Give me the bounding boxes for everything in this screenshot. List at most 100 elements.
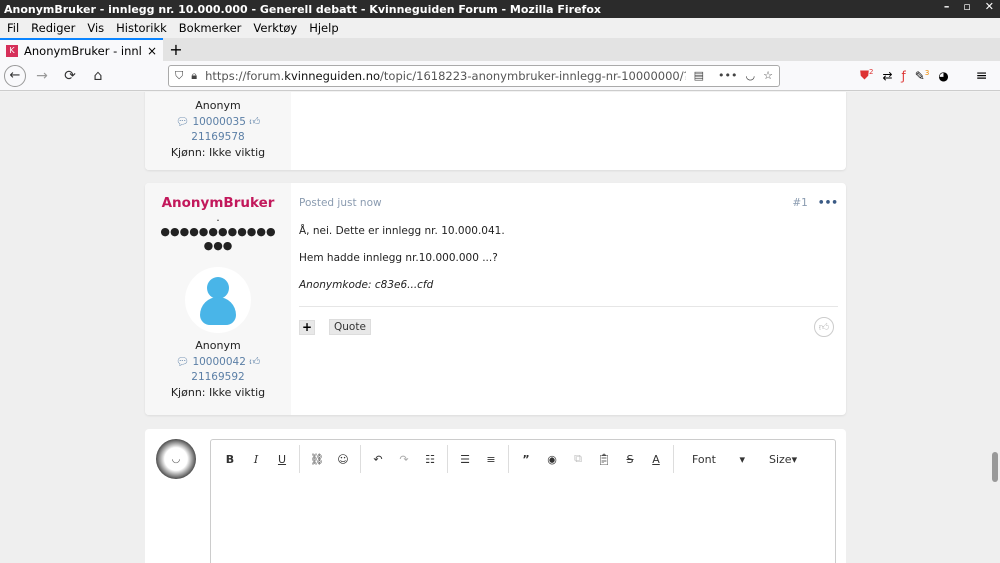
link-icon[interactable]: ⛓: [304, 453, 330, 466]
underline-icon[interactable]: U: [269, 453, 295, 466]
extension-flash-icon[interactable]: ƒ: [902, 69, 906, 83]
posted-time[interactable]: Posted just now: [299, 197, 382, 209]
reader-view-icon[interactable]: ▤: [694, 69, 704, 82]
url-bar[interactable]: ⛉ 🔒︎ https://forum.kvinneguiden.no/topic…: [168, 64, 780, 87]
extension-bowl-icon[interactable]: ◕: [938, 69, 948, 83]
user-avatar: ◡: [156, 439, 196, 479]
menu-hjelp[interactable]: Hjelp: [306, 21, 343, 35]
strikethrough-icon[interactable]: S: [617, 453, 643, 466]
undo-icon[interactable]: ↶: [365, 453, 391, 466]
align-left-icon[interactable]: ☰: [452, 453, 478, 466]
person-icon: [207, 277, 229, 299]
previous-gender: Kjønn: Ikke viktig: [170, 146, 266, 159]
reputation: 21169592: [191, 371, 245, 383]
pocket-icon[interactable]: ◡: [746, 69, 756, 82]
post-count: 💬︎ 10000042 👍︎: [175, 356, 261, 368]
page-content: Anonym 💬︎ 10000035 👍︎ 21169578 Kjønn: Ik…: [0, 92, 1000, 563]
extension-tool-icon[interactable]: ✎3: [915, 69, 930, 83]
author-avatar[interactable]: [185, 267, 251, 333]
anonymous-code: Anonymkode: c83e6...cfd: [299, 279, 434, 291]
thumbs-up-icon: 👍︎: [249, 116, 261, 128]
menu-fil[interactable]: Fil: [4, 21, 24, 35]
forward-button[interactable]: →: [30, 64, 54, 88]
reload-button[interactable]: ⟳: [58, 64, 82, 88]
rank-dots-row1: ●●●●●●●●●●●●: [160, 225, 276, 238]
post-meta: Posted just now #1 •••: [299, 197, 838, 209]
copy-icon[interactable]: ⧉: [565, 452, 591, 466]
rank-dot: .: [216, 211, 220, 224]
post: AnonymBruker . ●●●●●●●●●●●● ●●● Anonym 💬…: [145, 183, 846, 415]
previous-reputation: 21169578: [191, 131, 245, 143]
tab-bar: K AnonymBruker - innlegg × +: [0, 38, 1000, 61]
thumbs-up-icon: 👍︎: [249, 356, 261, 368]
post-content: Å, nei. Dette er innlegg nr. 10.000.041.…: [299, 225, 838, 292]
menu-verktoy[interactable]: Verktøy: [250, 21, 302, 35]
reply-editor[interactable]: B I U ⛓ ☺ ↶ ↷ ☷ ☰ ≡ ” ◉ ⧉ 📋︎ S A Font ▾ …: [210, 439, 836, 563]
kvinneguiden-favicon-icon: K: [6, 44, 18, 57]
new-tab-button[interactable]: +: [163, 38, 189, 61]
tab-active[interactable]: K AnonymBruker - innlegg ×: [0, 38, 163, 61]
post-author-sidebar: AnonymBruker . ●●●●●●●●●●●● ●●● Anonym 💬…: [145, 183, 291, 415]
font-color-icon[interactable]: A: [643, 453, 669, 466]
tab-close-icon[interactable]: ×: [147, 44, 157, 58]
extensions-area: ⛊2 ⇄ ƒ ✎3 ◕ ≡: [860, 68, 988, 84]
navigation-bar: ← → ⟳ ⌂ ⛉ 🔒︎ https://forum.kvinneguiden.…: [0, 61, 1000, 91]
lock-icon[interactable]: 🔒︎: [191, 69, 197, 83]
menu-bokmerker[interactable]: Bokmerker: [176, 21, 247, 35]
like-icon[interactable]: 👍︎: [814, 317, 834, 337]
post-line-2: Hem hadde innlegg nr.10.000.000 ...?: [299, 252, 498, 264]
emoji-icon[interactable]: ☺: [330, 453, 356, 466]
shield-icon[interactable]: ⛉: [175, 69, 183, 83]
page-scrollbar[interactable]: [992, 452, 998, 482]
chevron-down-icon: ▾: [739, 452, 745, 466]
page-actions-icon[interactable]: •••: [718, 69, 737, 82]
preview-eye-icon[interactable]: ◉: [539, 453, 565, 466]
post-line-1: Å, nei. Dette er innlegg nr. 10.000.041.: [299, 225, 505, 237]
hamburger-menu-icon[interactable]: ≡: [976, 68, 988, 84]
bullet-list-icon[interactable]: ☷: [417, 453, 443, 466]
post-actions: + Quote 👍︎: [299, 306, 838, 337]
previous-post-sidebar: Anonym 💬︎ 10000035 👍︎ 21169578 Kjønn: Ik…: [145, 92, 291, 170]
author-group: Anonym: [195, 339, 241, 352]
menu-vis[interactable]: Vis: [84, 21, 109, 35]
author-name[interactable]: AnonymBruker: [145, 195, 291, 211]
previous-post: Anonym 💬︎ 10000035 👍︎ 21169578 Kjønn: Ik…: [145, 92, 846, 170]
post-number[interactable]: #1: [792, 197, 807, 209]
window-titlebar: AnonymBruker - innlegg nr. 10.000.000 - …: [0, 0, 1000, 18]
gender: Kjønn: Ikke viktig: [170, 386, 266, 399]
rank-dots-row2: ●●●: [203, 239, 233, 252]
extension-translate-icon[interactable]: ⇄: [882, 69, 892, 83]
comments-icon: 💬︎: [175, 356, 193, 368]
url-text[interactable]: https://forum.kvinneguiden.no/topic/1618…: [205, 69, 686, 83]
menu-rediger[interactable]: Rediger: [28, 21, 80, 35]
reply-box: ◡ B I U ⛓ ☺ ↶ ↷ ☷ ☰ ≡ ” ◉ ⧉ 📋︎ S A Font …: [145, 429, 846, 563]
italic-icon[interactable]: I: [243, 453, 269, 466]
more-options-icon[interactable]: •••: [818, 197, 838, 209]
chevron-down-icon: ▾: [791, 452, 798, 466]
font-dropdown[interactable]: Font ▾: [678, 453, 755, 466]
post-body: Posted just now #1 ••• Å, nei. Dette er …: [291, 183, 846, 415]
paste-icon[interactable]: 📋︎: [591, 453, 617, 466]
previous-post-body: [291, 92, 846, 170]
multiquote-button[interactable]: +: [299, 319, 315, 335]
tab-title: AnonymBruker - innlegg: [24, 43, 141, 58]
extension-shield-icon[interactable]: ⛊2: [860, 68, 873, 83]
maximize-button[interactable]: ▫: [963, 0, 970, 13]
align-center-icon[interactable]: ≡: [478, 453, 504, 466]
bold-icon[interactable]: B: [217, 453, 243, 466]
quote-button[interactable]: Quote: [329, 319, 371, 335]
menu-bar: Fil Rediger Vis Historikk Bokmerker Verk…: [0, 18, 1000, 38]
menu-historikk[interactable]: Historikk: [113, 21, 172, 35]
redo-icon[interactable]: ↷: [391, 453, 417, 466]
close-window-button[interactable]: ✕: [985, 0, 994, 13]
previous-author-name: Anonym: [195, 99, 241, 112]
editor-toolbar: B I U ⛓ ☺ ↶ ↷ ☷ ☰ ≡ ” ◉ ⧉ 📋︎ S A Font ▾ …: [211, 440, 835, 478]
quote-icon[interactable]: ”: [513, 453, 539, 466]
window-title: AnonymBruker - innlegg nr. 10.000.000 - …: [4, 2, 601, 16]
back-button[interactable]: ←: [4, 64, 26, 87]
size-dropdown[interactable]: Size▾: [755, 453, 807, 466]
minimize-button[interactable]: –: [944, 0, 950, 13]
bookmark-star-icon[interactable]: ☆: [763, 69, 773, 82]
home-button[interactable]: ⌂: [86, 64, 110, 88]
previous-post-count: 💬︎ 10000035 👍︎: [175, 116, 261, 128]
